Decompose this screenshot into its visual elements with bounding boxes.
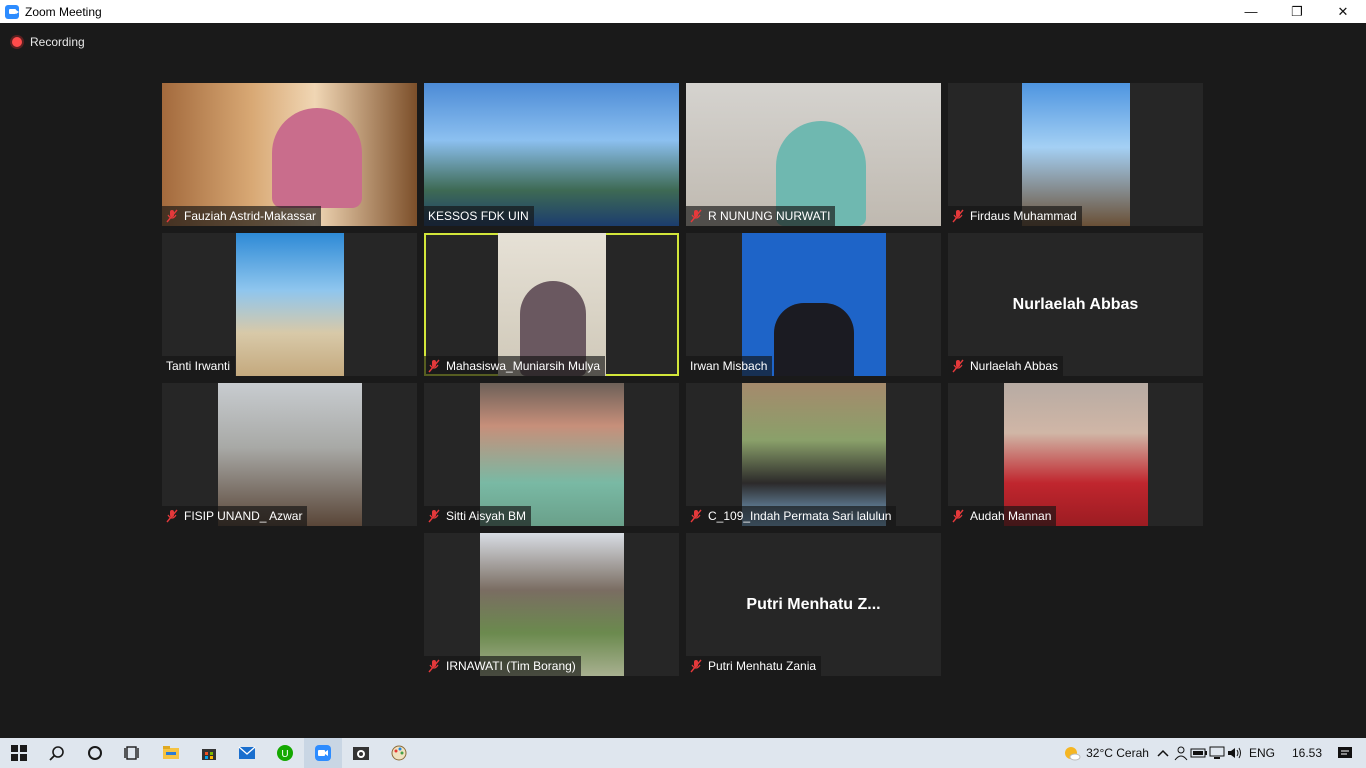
mic-muted-icon xyxy=(952,359,964,373)
participant-tile[interactable]: Audah Mannan xyxy=(948,383,1203,526)
notification-icon[interactable] xyxy=(1336,744,1354,762)
participant-tile[interactable]: C_109_Indah Permata Sari lalulun xyxy=(686,383,941,526)
video-feed xyxy=(236,233,344,376)
participant-name: Firdaus Muhammad xyxy=(970,209,1077,223)
participant-figure xyxy=(272,108,362,208)
participant-name-bar: IRNAWATI (Tim Borang) xyxy=(424,656,581,676)
participant-name-bar: Fauziah Astrid-Makassar xyxy=(162,206,322,226)
zoom-icon[interactable] xyxy=(304,738,342,768)
video-off-name: Nurlaelah Abbas xyxy=(1012,295,1139,313)
participant-tile[interactable]: R NUNUNG NURWATI xyxy=(686,83,941,226)
participant-name-bar: Irwan Misbach xyxy=(686,356,773,376)
mic-muted-icon xyxy=(690,209,702,223)
participant-tile[interactable]: FISIP UNAND_ Azwar xyxy=(162,383,417,526)
video-off-name: Putri Menhatu Z... xyxy=(746,595,881,613)
weather-sun-icon xyxy=(1063,744,1081,762)
camera-app-icon[interactable] xyxy=(342,738,380,768)
volume-icon[interactable] xyxy=(1226,744,1244,762)
mic-muted-icon xyxy=(690,659,702,673)
mic-muted-icon xyxy=(690,509,702,523)
participant-name: R NUNUNG NURWATI xyxy=(708,209,831,223)
participant-figure xyxy=(774,303,854,376)
mail-icon[interactable] xyxy=(228,738,266,768)
chevron-up-icon[interactable] xyxy=(1154,744,1172,762)
recording-label: Recording xyxy=(30,35,85,49)
participant-name-bar: KESSOS FDK UIN xyxy=(424,206,534,226)
participant-name-bar: Nurlaelah Abbas xyxy=(948,356,1064,376)
participant-name-bar: R NUNUNG NURWATI xyxy=(686,206,836,226)
system-tray: 32°C Cerah ENG 16.53 xyxy=(1063,738,1366,768)
mic-muted-icon xyxy=(166,209,178,223)
video-feed xyxy=(218,383,362,526)
video-feed xyxy=(1022,83,1130,226)
participant-tile[interactable]: Irwan Misbach xyxy=(686,233,941,376)
mic-muted-icon xyxy=(428,359,440,373)
video-feed xyxy=(1004,383,1148,526)
participant-name: Fauziah Astrid-Makassar xyxy=(184,209,317,223)
people-icon[interactable] xyxy=(1172,744,1190,762)
participant-name-bar: C_109_Indah Permata Sari lalulun xyxy=(686,506,897,526)
participant-tile[interactable]: Sitti Aisyah BM xyxy=(424,383,679,526)
participant-name: Tanti Irwanti xyxy=(166,359,231,373)
participant-name-bar: Tanti Irwanti xyxy=(162,356,236,376)
participant-name: Sitti Aisyah BM xyxy=(446,509,527,523)
window-title: Zoom Meeting xyxy=(25,4,102,19)
participant-tile[interactable]: Firdaus Muhammad xyxy=(948,83,1203,226)
participant-tile-video-off[interactable]: Nurlaelah Abbas Nurlaelah Abbas xyxy=(948,233,1203,376)
mic-muted-icon xyxy=(952,209,964,223)
mic-muted-icon xyxy=(952,509,964,523)
upwork-icon[interactable]: U xyxy=(266,738,304,768)
participant-name: KESSOS FDK UIN xyxy=(428,209,529,223)
mic-muted-icon xyxy=(428,659,440,673)
participant-name: IRNAWATI (Tim Borang) xyxy=(446,659,576,673)
mic-muted-icon xyxy=(166,509,178,523)
network-icon[interactable] xyxy=(1208,744,1226,762)
participant-name-bar: Firdaus Muhammad xyxy=(948,206,1082,226)
task-view-icon[interactable] xyxy=(114,738,152,768)
title-bar: Zoom Meeting — ❐ ✕ xyxy=(0,0,1366,23)
participant-name: Audah Mannan xyxy=(970,509,1052,523)
participant-name-bar: FISIP UNAND_ Azwar xyxy=(162,506,308,526)
video-feed xyxy=(480,383,624,526)
participant-tile-video-off[interactable]: Putri Menhatu Z... Putri Menhatu Zania xyxy=(686,533,941,676)
clock[interactable]: 16.53 xyxy=(1292,746,1322,760)
participant-name: Nurlaelah Abbas xyxy=(970,359,1059,373)
language-indicator[interactable]: ENG xyxy=(1249,746,1275,760)
video-feed xyxy=(424,83,679,226)
participant-tile[interactable]: KESSOS FDK UIN xyxy=(424,83,679,226)
recording-indicator[interactable]: Recording xyxy=(12,35,85,49)
video-feed xyxy=(742,383,886,526)
svg-text:U: U xyxy=(281,749,288,760)
participant-tile[interactable]: Tanti Irwanti xyxy=(162,233,417,376)
participant-name-bar: Putri Menhatu Zania xyxy=(686,656,822,676)
zoom-app-icon xyxy=(5,4,19,19)
restore-button[interactable]: ❐ xyxy=(1274,0,1320,23)
participant-name: Putri Menhatu Zania xyxy=(708,659,817,673)
participant-name: Irwan Misbach xyxy=(690,359,768,373)
search-icon[interactable] xyxy=(38,738,76,768)
video-feed xyxy=(480,533,624,676)
participant-name: C_109_Indah Permata Sari lalulun xyxy=(708,509,892,523)
minimize-button[interactable]: — xyxy=(1228,0,1274,23)
close-button[interactable]: ✕ xyxy=(1320,0,1366,23)
windows-taskbar: U 32°C Cerah ENG 16.53 xyxy=(0,738,1366,768)
cortana-icon[interactable] xyxy=(76,738,114,768)
participant-tile-active-speaker[interactable]: Mahasiswa_Muniarsih Mulya xyxy=(424,233,679,376)
participant-name-bar: Audah Mannan xyxy=(948,506,1057,526)
file-explorer-icon[interactable] xyxy=(152,738,190,768)
paint-icon[interactable] xyxy=(380,738,418,768)
participant-name: Mahasiswa_Muniarsih Mulya xyxy=(446,359,601,373)
participant-name-bar: Mahasiswa_Muniarsih Mulya xyxy=(424,356,606,376)
mic-muted-icon xyxy=(428,509,440,523)
participant-tile[interactable]: IRNAWATI (Tim Borang) xyxy=(424,533,679,676)
weather-text[interactable]: 32°C Cerah xyxy=(1086,746,1149,760)
participant-name-bar: Sitti Aisyah BM xyxy=(424,506,532,526)
battery-icon[interactable] xyxy=(1190,744,1208,762)
participant-tile[interactable]: Fauziah Astrid-Makassar xyxy=(162,83,417,226)
recording-dot-icon xyxy=(12,37,22,47)
participant-name: FISIP UNAND_ Azwar xyxy=(184,509,303,523)
store-icon[interactable] xyxy=(190,738,228,768)
windows-start-icon[interactable] xyxy=(0,738,38,768)
